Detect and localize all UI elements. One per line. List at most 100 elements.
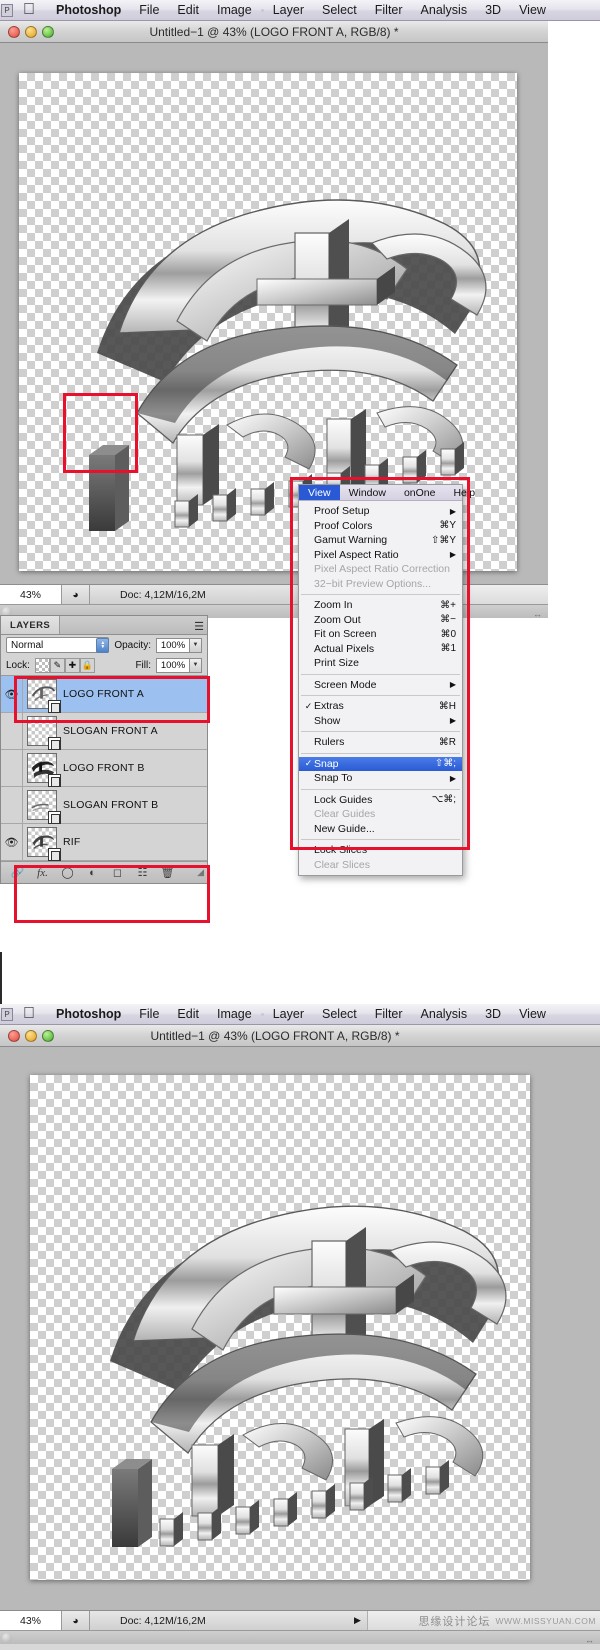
layer-list[interactable]: 👁 LOGO FRONT A SLOGAN FRONT A LOGO FRONT… [1, 675, 207, 861]
layer-thumbnail-4[interactable] [27, 827, 61, 861]
panel-resize-grip-icon[interactable]: ◢ [197, 867, 204, 878]
lock-buttons[interactable]: ✎ ✚ 🔒 [34, 657, 95, 673]
statusbar-top[interactable]: 43% ◕ Doc: 4,12M/16,2M ▶ [0, 584, 548, 604]
titlebar-top[interactable]: Untitled−1 @ 43% (LOGO FRONT A, RGB/8) * [0, 21, 548, 43]
menu-image[interactable]: Image [208, 1007, 261, 1021]
layers-panel-toolbar[interactable]: 🔗 fx. ◯ ◐ ◻ ☷ 🗑 ◢ [1, 861, 207, 883]
opacity-value[interactable]: 100% [156, 637, 190, 653]
close-icon[interactable] [8, 1029, 20, 1042]
fx-icon[interactable]: fx. [30, 867, 55, 879]
menu-item-proof-setup[interactable]: Proof Setup ▶ [299, 504, 462, 519]
trash-icon[interactable]: 🗑 [155, 866, 180, 879]
blend-mode-select[interactable]: Normal ▲ ▼ [6, 637, 110, 653]
view-menu-dropdown[interactable]: View Window onOne Help Proof Setup ▶ Proof… [298, 484, 475, 876]
menu-item-lock-guides[interactable]: Lock Guides ⌥⌘; [299, 793, 462, 808]
window-controls-bottom[interactable] [8, 1029, 54, 1042]
menu-item-actual-pixels[interactable]: Actual Pixels ⌘1 [299, 642, 462, 657]
menu-item-extras[interactable]: ✓ Extras ⌘H [299, 699, 462, 714]
menu-item-screen-mode[interactable]: Screen Mode ▶ [299, 678, 462, 693]
menu-item-show[interactable]: Show ▶ [299, 714, 462, 729]
visibility-toggle-3[interactable] [1, 787, 23, 823]
layer-thumbnail-1[interactable] [27, 716, 61, 750]
menu-item-print-size[interactable]: Print Size [299, 656, 462, 671]
layers-panel[interactable]: LAYERS ☰ Normal ▲ ▼ Opacity: 100% ▼ Lock:… [0, 615, 208, 884]
eye-icon[interactable]: 👁 [5, 688, 19, 701]
visibility-toggle-0[interactable]: 👁 [1, 676, 23, 712]
statusbar-bottom[interactable]: 43% ◕ Doc: 4,12M/16,2M ▶ 思缘设计论坛 WWW.MISS… [0, 1610, 600, 1630]
zoom-window-icon[interactable] [42, 25, 54, 38]
menu-layer[interactable]: Layer [264, 1007, 313, 1021]
move-lock-icon[interactable]: ✚ [64, 657, 80, 673]
canvas-bottom[interactable] [30, 1075, 530, 1580]
blend-stepper-icon[interactable]: ▲ ▼ [96, 637, 110, 653]
canvas-area-bottom[interactable] [0, 1047, 600, 1610]
menu-filter[interactable]: Filter [366, 1007, 412, 1021]
view-menu-items[interactable]: Proof Setup ▶ Proof Colors ⌘Y Gamut Warning ⇧… [299, 501, 462, 875]
menu-item-proof-colors[interactable]: Proof Colors ⌘Y [299, 519, 462, 534]
status-expand-arrow-bottom[interactable]: ▶ [348, 1611, 367, 1630]
menu-item-new-guide[interactable]: New Guide... [299, 822, 462, 837]
opacity-dropdown-icon[interactable]: ▼ [190, 637, 202, 653]
menu-item-snap-to[interactable]: Snap To ▶ [299, 771, 462, 786]
tab-layers[interactable]: LAYERS [1, 616, 61, 634]
menu-item-gamut-warning[interactable]: Gamut Warning ⇧⌘Y [299, 533, 462, 548]
visibility-toggle-4[interactable]: 👁 [1, 824, 23, 860]
menu-photoshop[interactable]: Photoshop [47, 3, 130, 17]
group-icon[interactable]: ◻ [105, 866, 130, 879]
apple-icon[interactable]:  [23, 1006, 35, 1022]
menu-photoshop[interactable]: Photoshop [47, 1007, 130, 1021]
menu-file[interactable]: File [130, 1007, 168, 1021]
menubar-item-window[interactable]: Window [340, 485, 395, 500]
menu-item-lock-slices[interactable]: Lock Slices [299, 843, 462, 858]
resize-grip-icon[interactable]: ↔ [533, 609, 542, 619]
fill-control[interactable]: 100% ▼ [156, 657, 202, 673]
menu-edit[interactable]: Edit [168, 1007, 208, 1021]
menu-item-snap[interactable]: ✓ Snap ⇧⌘; [299, 756, 462, 771]
menubar-item-onone[interactable]: onOne [395, 485, 445, 500]
menu-view[interactable]: View [510, 1007, 555, 1021]
menu-layer[interactable]: Layer [264, 3, 313, 17]
menubar-bottom[interactable]: P  Photoshop File Edit Image Layer Sele… [0, 1004, 600, 1025]
layer-row-rif[interactable]: 👁 RIF [1, 824, 207, 861]
view-menu-header[interactable]: View Window onOne Help [299, 485, 475, 501]
menu-edit[interactable]: Edit [168, 3, 208, 17]
menu-analysis[interactable]: Analysis [412, 1007, 477, 1021]
scroll-knob-icon[interactable] [2, 1633, 12, 1643]
menu-3d[interactable]: 3D [476, 1007, 510, 1021]
zoom-level-top[interactable]: 43% [0, 585, 62, 604]
menu-select[interactable]: Select [313, 3, 366, 17]
menu-image[interactable]: Image [208, 3, 261, 17]
blend-opacity-row[interactable]: Normal ▲ ▼ Opacity: 100% ▼ [1, 635, 207, 655]
layer-thumbnail-3[interactable] [27, 790, 61, 824]
titlebar-bottom[interactable]: Untitled−1 @ 43% (LOGO FRONT A, RGB/8) * [0, 1025, 600, 1047]
canvas-area-top[interactable] [0, 43, 548, 584]
layer-thumbnail-0[interactable] [27, 679, 61, 713]
zoom-window-icon[interactable] [42, 1029, 54, 1042]
opacity-control[interactable]: 100% ▼ [156, 637, 202, 653]
brush-lock-icon[interactable]: ✎ [49, 657, 65, 673]
layer-row-logo-front-a[interactable]: 👁 LOGO FRONT A [1, 676, 207, 713]
mask-icon[interactable]: ◯ [55, 866, 80, 879]
menu-item-zoom-in[interactable]: Zoom In ⌘+ [299, 598, 462, 613]
menu-file[interactable]: File [130, 3, 168, 17]
menu-item-zoom-out[interactable]: Zoom Out ⌘− [299, 613, 462, 628]
minimize-icon[interactable] [25, 1029, 37, 1042]
close-icon[interactable] [8, 25, 20, 38]
panel-menu-icon[interactable]: ☰ [194, 620, 204, 633]
minimize-icon[interactable] [25, 25, 37, 38]
zoom-level-bottom[interactable]: 43% [0, 1611, 62, 1630]
scrollbar-bottom[interactable]: ↔ [0, 1630, 600, 1645]
menu-item-pixel-aspect-ratio[interactable]: Pixel Aspect Ratio ▶ [299, 548, 462, 563]
visibility-toggle-1[interactable] [1, 713, 23, 749]
menubar-top[interactable]: P  Photoshop File Edit Image Layer Sele… [0, 0, 600, 21]
menubar-item-help[interactable]: Help [444, 485, 484, 500]
layer-thumbnail-2[interactable] [27, 753, 61, 787]
menu-select[interactable]: Select [313, 1007, 366, 1021]
layer-row-logo-front-b[interactable]: LOGO FRONT B [1, 750, 207, 787]
new-layer-icon[interactable]: ☷ [130, 866, 155, 879]
doc-profile-icon[interactable]: ◕ [62, 1611, 90, 1630]
transparency-lock-icon[interactable] [34, 657, 50, 673]
doc-profile-icon[interactable]: ◕ [62, 585, 90, 604]
visibility-toggle-2[interactable] [1, 750, 23, 786]
menu-item-fit-on-screen[interactable]: Fit on Screen ⌘0 [299, 627, 462, 642]
